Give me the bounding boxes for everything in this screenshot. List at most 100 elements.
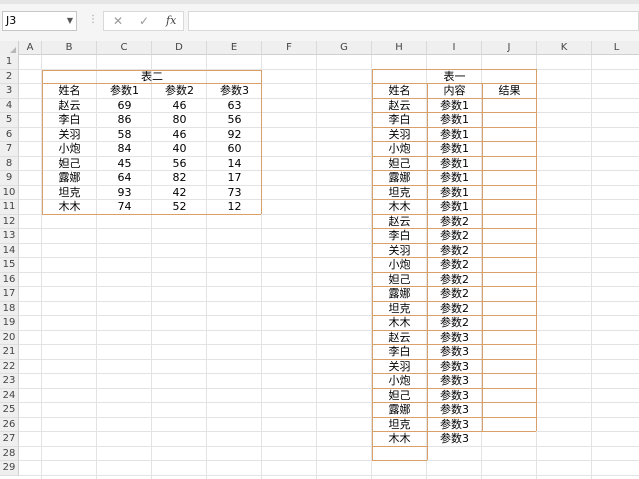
enter-icon[interactable]: ✓	[139, 13, 149, 29]
table1-data-cell[interactable]	[482, 215, 537, 230]
worksheet-grid[interactable]: A B C D E F G H I J K L 1 2 3 4 5 6 7 8 9 10 11 12 13 14 15 16 17 18 1…	[0, 41, 639, 479]
row-header-6[interactable]: 6	[0, 127, 19, 142]
table2-data-cell[interactable]: 46	[152, 128, 207, 143]
table1-data-cell[interactable]: 参数2	[427, 229, 482, 244]
table2-data-cell[interactable]: 坦克	[42, 186, 97, 201]
table1-data-cell[interactable]: 坦克	[372, 418, 427, 433]
table1-data-cell[interactable]	[482, 229, 537, 244]
row-header-1[interactable]: 1	[0, 55, 19, 70]
cancel-icon[interactable]: ✕	[113, 13, 123, 29]
table1-data-cell[interactable]: 坦克	[372, 302, 427, 317]
row-header-16[interactable]: 16	[0, 272, 19, 287]
row-header-28[interactable]: 28	[0, 446, 19, 461]
row-header-2[interactable]: 2	[0, 69, 19, 84]
row-header-9[interactable]: 9	[0, 171, 19, 186]
table1-data-cell[interactable]	[482, 186, 537, 201]
table2-data-cell[interactable]: 64	[97, 171, 152, 186]
table2-data-cell[interactable]: 56	[152, 157, 207, 172]
row-header-4[interactable]: 4	[0, 98, 19, 113]
table1-data-cell[interactable]: 参数3	[427, 403, 482, 418]
table1-data-cell[interactable]: 参数3	[427, 331, 482, 346]
row-header-23[interactable]: 23	[0, 374, 19, 389]
table2-data-cell[interactable]: 小炮	[42, 142, 97, 157]
table2-data-cell[interactable]: 52	[152, 200, 207, 215]
table2-header-cell[interactable]: 参数2	[152, 84, 207, 99]
column-header-j[interactable]: J	[482, 41, 537, 55]
table1-data-cell[interactable]	[482, 157, 537, 172]
table1-data-cell[interactable]	[482, 128, 537, 143]
table1-data-cell[interactable]: 参数2	[427, 287, 482, 302]
table2-title-cell[interactable]: 表二	[42, 70, 262, 85]
table1-data-cell[interactable]: 李白	[372, 345, 427, 360]
row-header-22[interactable]: 22	[0, 359, 19, 374]
column-header-k[interactable]: K	[537, 41, 592, 55]
row-header-29[interactable]: 29	[0, 461, 19, 476]
row-header-15[interactable]: 15	[0, 258, 19, 273]
row-header-10[interactable]: 10	[0, 185, 19, 200]
column-header-i[interactable]: I	[427, 41, 482, 55]
select-all-corner[interactable]	[0, 41, 19, 55]
table1-data-cell[interactable]: 关羽	[372, 128, 427, 143]
table2-data-cell[interactable]: 84	[97, 142, 152, 157]
table1-data-cell[interactable]	[482, 389, 537, 404]
table1-data-cell[interactable]	[482, 432, 537, 447]
column-header-g[interactable]: G	[317, 41, 372, 55]
table1-data-cell[interactable]: 参数2	[427, 273, 482, 288]
column-header-e[interactable]: E	[207, 41, 262, 55]
table1-data-cell[interactable]: 参数2	[427, 258, 482, 273]
table1-data-cell[interactable]: 参数3	[427, 418, 482, 433]
table2-data-cell[interactable]: 82	[152, 171, 207, 186]
table2-data-cell[interactable]: 14	[207, 157, 262, 172]
table2-data-cell[interactable]: 李白	[42, 113, 97, 128]
formula-input[interactable]	[188, 11, 639, 31]
table1-data-cell[interactable]: 妲己	[372, 389, 427, 404]
table1-data-cell[interactable]: 参数2	[427, 215, 482, 230]
table2-data-cell[interactable]: 69	[97, 99, 152, 114]
table2-data-cell[interactable]: 关羽	[42, 128, 97, 143]
table1-data-cell[interactable]	[482, 331, 537, 346]
table2-data-cell[interactable]: 46	[152, 99, 207, 114]
table1-data-cell[interactable]	[482, 316, 537, 331]
table1-data-cell[interactable]: 赵云	[372, 99, 427, 114]
row-header-26[interactable]: 26	[0, 417, 19, 432]
table2-data-cell[interactable]: 80	[152, 113, 207, 128]
column-header-l[interactable]: L	[592, 41, 639, 55]
column-header-h[interactable]: H	[372, 41, 427, 55]
table1-data-cell[interactable]	[482, 244, 537, 259]
splitter-grip-icon[interactable]: ⋮	[88, 14, 98, 25]
table2-data-cell[interactable]: 露娜	[42, 171, 97, 186]
row-header-17[interactable]: 17	[0, 287, 19, 302]
table1-data-cell[interactable]: 参数2	[427, 302, 482, 317]
table1-data-cell[interactable]	[482, 171, 537, 186]
row-header-27[interactable]: 27	[0, 432, 19, 447]
table1-data-cell[interactable]	[482, 273, 537, 288]
table2-data-cell[interactable]: 木木	[42, 200, 97, 215]
row-header-24[interactable]: 24	[0, 388, 19, 403]
table1-data-cell[interactable]: 参数1	[427, 128, 482, 143]
table2-data-cell[interactable]: 73	[207, 186, 262, 201]
row-header-12[interactable]: 12	[0, 214, 19, 229]
name-box[interactable]: J3 ▼	[2, 11, 77, 31]
row-header-5[interactable]: 5	[0, 113, 19, 128]
table2-data-cell[interactable]: 58	[97, 128, 152, 143]
table1-header-cell[interactable]: 内容	[427, 84, 482, 99]
table1-data-cell[interactable]: 坦克	[372, 186, 427, 201]
row-header-8[interactable]: 8	[0, 156, 19, 171]
table1-data-cell[interactable]	[482, 287, 537, 302]
table2-data-cell[interactable]: 45	[97, 157, 152, 172]
table1-data-cell[interactable]: 露娜	[372, 403, 427, 418]
table1-data-cell[interactable]: 参数1	[427, 99, 482, 114]
column-header-b[interactable]: B	[42, 41, 97, 55]
table1-data-cell[interactable]: 参数1	[427, 157, 482, 172]
table1-data-cell[interactable]: 参数2	[427, 244, 482, 259]
table1-data-cell[interactable]	[482, 403, 537, 418]
column-header-f[interactable]: F	[262, 41, 317, 55]
table1-data-cell[interactable]: 露娜	[372, 171, 427, 186]
table1-data-cell[interactable]: 参数3	[427, 389, 482, 404]
table1-data-cell[interactable]: 妲己	[372, 157, 427, 172]
table1-data-cell[interactable]: 参数1	[427, 171, 482, 186]
insert-function-icon[interactable]: fx	[166, 13, 176, 29]
column-header-a[interactable]: A	[19, 41, 42, 55]
column-header-c[interactable]: C	[97, 41, 152, 55]
table1-data-cell[interactable]	[482, 142, 537, 157]
